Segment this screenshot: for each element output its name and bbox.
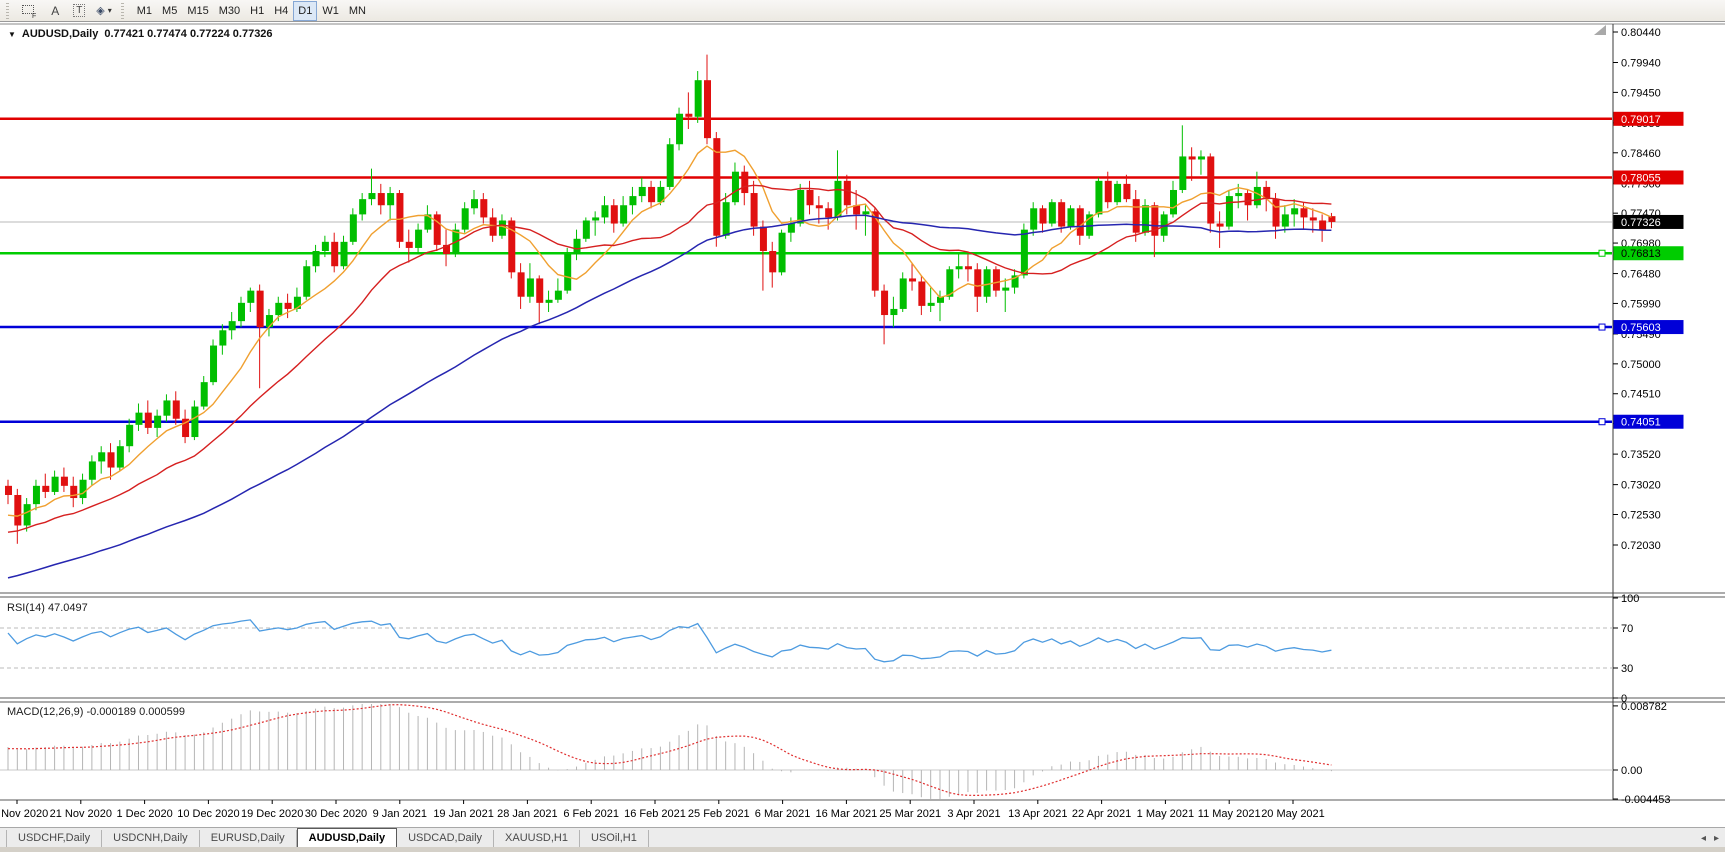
svg-text:21 Nov 2020: 21 Nov 2020: [50, 808, 112, 820]
tab-eurusd-daily[interactable]: EURUSD,Daily: [200, 830, 297, 847]
timeframe-h4-button[interactable]: H4: [269, 1, 293, 21]
timeframe-h1-button[interactable]: H1: [245, 1, 269, 21]
window-bottom-strip: [0, 847, 1725, 852]
symbol-tab-bar: USDCHF,Daily USDCNH,Daily EURUSD,Daily A…: [0, 827, 1725, 847]
svg-text:11 May 2021: 11 May 2021: [1198, 808, 1261, 820]
svg-text:0.78055: 0.78055: [1621, 172, 1661, 184]
tab-usdchf-daily[interactable]: USDCHF,Daily: [6, 830, 102, 847]
timeframe-w1-button[interactable]: W1: [317, 1, 344, 21]
fibonacci-tool-button[interactable]: F: [17, 1, 43, 21]
ohlc-quotes: 0.77421 0.77474 0.77224 0.77326: [104, 28, 272, 40]
svg-text:20 May 2021: 20 May 2021: [1261, 808, 1325, 820]
svg-text:0.78460: 0.78460: [1621, 148, 1661, 160]
tab-xauusd-h1[interactable]: XAUUSD,H1: [494, 830, 580, 847]
svg-text:0.79017: 0.79017: [1621, 114, 1661, 126]
svg-text:0.76813: 0.76813: [1621, 248, 1661, 260]
caret-down-icon: ▾: [108, 6, 112, 15]
fibonacci-grid-icon: F: [22, 5, 38, 17]
svg-text:13 Apr 2021: 13 Apr 2021: [1008, 808, 1067, 820]
text-tool-button[interactable]: A: [43, 1, 67, 21]
chart-area: 0.804400.799400.794500.789500.784600.779…: [0, 22, 1725, 827]
toolbar-grip[interactable]: [6, 3, 13, 19]
svg-text:0.75000: 0.75000: [1621, 359, 1661, 371]
svg-text:0.008782: 0.008782: [1621, 701, 1667, 713]
svg-text:0.76480: 0.76480: [1621, 269, 1661, 281]
rsi-label: RSI(14) 47.0497: [7, 602, 88, 614]
svg-text:6 Feb 2021: 6 Feb 2021: [563, 808, 619, 820]
svg-text:30: 30: [1621, 663, 1633, 675]
svg-text:0.80440: 0.80440: [1621, 27, 1661, 39]
svg-text:-0.004453: -0.004453: [1621, 794, 1671, 806]
chart-shift-marker: [1594, 25, 1606, 35]
svg-text:16 Mar 2021: 16 Mar 2021: [816, 808, 878, 820]
svg-text:0.75603: 0.75603: [1621, 322, 1661, 334]
timeframe-d1-button[interactable]: D1: [293, 1, 317, 21]
symbol-title: AUDUSD,Daily: [22, 28, 98, 40]
svg-text:19 Dec 2020: 19 Dec 2020: [241, 808, 303, 820]
svg-text:22 Apr 2021: 22 Apr 2021: [1072, 808, 1131, 820]
svg-text:0.72530: 0.72530: [1621, 510, 1661, 522]
symbol-caret-icon[interactable]: ▼: [8, 30, 16, 39]
tab-scroll-right-button[interactable]: ▸: [1714, 833, 1719, 844]
svg-text:28 Jan 2021: 28 Jan 2021: [497, 808, 558, 820]
svg-text:6 Mar 2021: 6 Mar 2021: [755, 808, 811, 820]
timeframe-m1-button[interactable]: M1: [132, 1, 157, 21]
arrows-icon: ◈: [96, 4, 104, 17]
svg-text:0.75990: 0.75990: [1621, 298, 1661, 310]
tab-scroll-left-button[interactable]: ◂: [1701, 833, 1706, 844]
arrows-tool-button[interactable]: ◈ ▾: [91, 1, 116, 21]
svg-text:3 Apr 2021: 3 Apr 2021: [947, 808, 1000, 820]
tab-usoil-h1[interactable]: USOil,H1: [580, 830, 649, 847]
timeframe-mn-button[interactable]: MN: [344, 1, 371, 21]
svg-text:16 Feb 2021: 16 Feb 2021: [624, 808, 686, 820]
toolbar-grip[interactable]: [121, 3, 128, 19]
svg-text:1 May 2021: 1 May 2021: [1137, 808, 1194, 820]
svg-text:0.74051: 0.74051: [1621, 417, 1661, 429]
text-a-icon: A: [51, 4, 59, 18]
svg-text:0.00: 0.00: [1621, 765, 1642, 777]
timeframe-m15-button[interactable]: M15: [182, 1, 213, 21]
svg-text:12 Nov 2020: 12 Nov 2020: [0, 808, 48, 820]
toolbar: F A T ◈ ▾ M1 M5 M15 M30 H1 H4 D1 W1 MN: [0, 0, 1725, 22]
svg-text:25 Feb 2021: 25 Feb 2021: [688, 808, 750, 820]
svg-text:0.73520: 0.73520: [1621, 449, 1661, 461]
svg-text:10 Dec 2020: 10 Dec 2020: [177, 808, 239, 820]
text-label-icon: T: [73, 4, 85, 17]
svg-text:30 Dec 2020: 30 Dec 2020: [305, 808, 367, 820]
svg-text:1 Dec 2020: 1 Dec 2020: [116, 808, 172, 820]
timeframe-m5-button[interactable]: M5: [157, 1, 182, 21]
svg-text:0.79940: 0.79940: [1621, 58, 1661, 70]
svg-text:0.74510: 0.74510: [1621, 389, 1661, 401]
tab-scroll-controls: ◂ ▸: [1701, 833, 1719, 844]
svg-text:100: 100: [1621, 593, 1639, 605]
svg-text:0.72030: 0.72030: [1621, 540, 1661, 552]
svg-text:0.79450: 0.79450: [1621, 87, 1661, 99]
tab-audusd-daily[interactable]: AUDUSD,Daily: [297, 828, 397, 847]
tab-usdcad-daily[interactable]: USDCAD,Daily: [397, 830, 494, 847]
trading-app-window: F A T ◈ ▾ M1 M5 M15 M30 H1 H4 D1 W1 MN 0…: [0, 0, 1725, 852]
chart-canvas[interactable]: 0.804400.799400.794500.789500.784600.779…: [0, 22, 1725, 827]
svg-text:70: 70: [1621, 623, 1633, 635]
macd-label: MACD(12,26,9) -0.000189 0.000599: [7, 706, 185, 718]
svg-text:0.77326: 0.77326: [1621, 217, 1661, 229]
svg-text:9 Jan 2021: 9 Jan 2021: [373, 808, 427, 820]
timeframe-m30-button[interactable]: M30: [214, 1, 245, 21]
svg-text:19 Jan 2021: 19 Jan 2021: [433, 808, 494, 820]
tab-usdcnh-daily[interactable]: USDCNH,Daily: [102, 830, 200, 847]
label-tool-button[interactable]: T: [67, 1, 91, 21]
chart-header: ▼ AUDUSD,Daily 0.77421 0.77474 0.77224 0…: [8, 28, 273, 40]
svg-text:0.73020: 0.73020: [1621, 480, 1661, 492]
svg-text:25 Mar 2021: 25 Mar 2021: [879, 808, 941, 820]
